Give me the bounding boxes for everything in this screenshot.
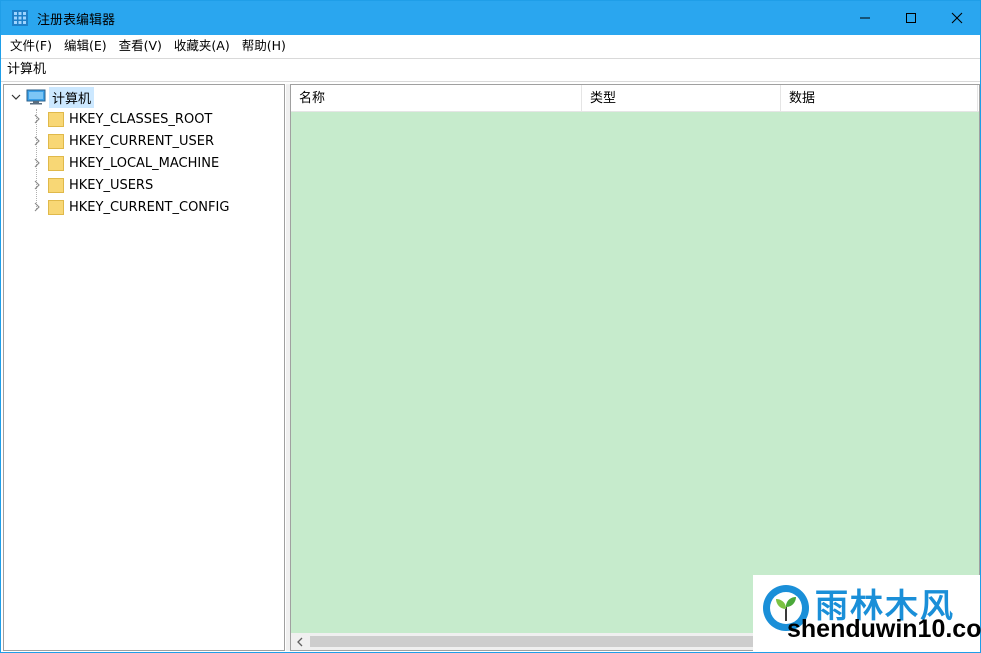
close-button[interactable] bbox=[934, 1, 980, 35]
scroll-left-icon[interactable] bbox=[291, 633, 308, 650]
tree-item-label: HKEY_LOCAL_MACHINE bbox=[69, 155, 220, 171]
folder-icon bbox=[48, 155, 64, 171]
tree-item-hkey-users[interactable]: HKEY_USERS bbox=[4, 174, 153, 196]
values-list-pane[interactable]: 名称 类型 数据 bbox=[290, 84, 980, 651]
tree-item-label: HKEY_CLASSES_ROOT bbox=[69, 111, 213, 127]
chevron-right-icon[interactable] bbox=[32, 180, 42, 190]
tree-item-hkey-classes-root[interactable]: HKEY_CLASSES_ROOT bbox=[4, 108, 212, 130]
watermark-url: shenduwin10.com bbox=[787, 615, 981, 643]
tree-item-label: 计算机 bbox=[49, 86, 95, 108]
window-title: 注册表编辑器 bbox=[37, 12, 116, 28]
minimize-icon bbox=[860, 17, 870, 19]
chevron-right-icon[interactable] bbox=[32, 202, 42, 212]
watermark: 雨林木风 shenduwin10.com bbox=[753, 575, 981, 652]
column-header-type[interactable]: 类型 bbox=[582, 85, 781, 112]
menu-bar: 文件(F) 编辑(E) 查看(V) 收藏夹(A) 帮助(H) bbox=[1, 35, 980, 57]
tree-item-label: HKEY_CURRENT_USER bbox=[69, 133, 215, 149]
column-header-data[interactable]: 数据 bbox=[781, 85, 978, 112]
address-bar[interactable]: 计算机 bbox=[1, 58, 980, 82]
window-controls bbox=[842, 1, 980, 35]
menu-file[interactable]: 文件(F) bbox=[4, 35, 58, 57]
tree-item-computer[interactable]: 计算机 bbox=[10, 86, 95, 108]
computer-icon bbox=[26, 89, 46, 105]
tree-item-label: HKEY_USERS bbox=[69, 177, 154, 193]
menu-edit[interactable]: 编辑(E) bbox=[58, 35, 113, 57]
list-header: 名称 类型 数据 bbox=[291, 85, 979, 112]
menu-help[interactable]: 帮助(H) bbox=[236, 35, 292, 57]
tree-item-hkey-current-config[interactable]: HKEY_CURRENT_CONFIG bbox=[4, 196, 229, 218]
registry-editor-window: 注册表编辑器 文件(F) 编辑(E) 查看(V) 收藏夹(A) 帮助(H) 计算… bbox=[0, 0, 981, 653]
chevron-right-icon[interactable] bbox=[32, 136, 42, 146]
regedit-icon bbox=[11, 9, 29, 27]
close-icon bbox=[951, 12, 963, 24]
menu-favorites[interactable]: 收藏夹(A) bbox=[168, 35, 236, 57]
chevron-right-icon[interactable] bbox=[32, 158, 42, 168]
title-bar[interactable]: 注册表编辑器 bbox=[1, 1, 980, 35]
key-tree-pane[interactable]: 计算机 HKEY_CLASSES_ROOT HKEY_CURRENT_USER bbox=[3, 84, 285, 651]
tree-item-hkey-local-machine[interactable]: HKEY_LOCAL_MACHINE bbox=[4, 152, 219, 174]
chevron-right-icon[interactable] bbox=[32, 114, 42, 124]
folder-icon bbox=[48, 111, 64, 127]
tree-item-hkey-current-user[interactable]: HKEY_CURRENT_USER bbox=[4, 130, 214, 152]
tree-item-label: HKEY_CURRENT_CONFIG bbox=[69, 199, 230, 215]
minimize-button[interactable] bbox=[842, 1, 888, 35]
chevron-down-icon[interactable] bbox=[10, 92, 22, 102]
column-header-name[interactable]: 名称 bbox=[291, 85, 582, 112]
maximize-icon bbox=[906, 13, 916, 23]
menu-view[interactable]: 查看(V) bbox=[113, 35, 168, 57]
folder-icon bbox=[48, 199, 64, 215]
folder-icon bbox=[48, 177, 64, 193]
maximize-button[interactable] bbox=[888, 1, 934, 35]
folder-icon bbox=[48, 133, 64, 149]
